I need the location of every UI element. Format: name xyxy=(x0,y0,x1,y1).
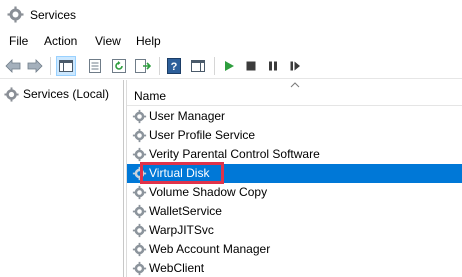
service-name: WebClient xyxy=(149,261,205,275)
service-gear-icon xyxy=(132,223,147,238)
service-row-volume-shadow-copy[interactable]: Volume Shadow Copy xyxy=(127,183,462,202)
column-header-name[interactable]: Name xyxy=(127,80,462,106)
toolbar-separator xyxy=(159,57,160,75)
services-list: Name User Manager User Profile Service V… xyxy=(126,80,462,277)
title-bar: Services xyxy=(0,0,462,30)
service-gear-icon xyxy=(132,185,147,200)
menu-bar: File Action View Help xyxy=(0,32,462,50)
service-gear-icon xyxy=(132,128,147,143)
service-row-user-profile-service[interactable]: User Profile Service xyxy=(127,126,462,145)
service-gear-icon xyxy=(132,204,147,219)
service-row-web-account-manager[interactable]: Web Account Manager xyxy=(127,240,462,259)
menu-action[interactable]: Action xyxy=(44,32,77,50)
show-console-tree-icon[interactable] xyxy=(56,56,76,76)
service-gear-icon xyxy=(132,147,147,162)
svg-text:?: ? xyxy=(171,61,178,73)
stop-service-icon[interactable] xyxy=(241,56,261,76)
service-name: Web Account Manager xyxy=(149,242,271,256)
console-tree: Services (Local) xyxy=(0,80,124,277)
service-name: Volume Shadow Copy xyxy=(149,185,268,199)
service-row-webclient[interactable]: WebClient xyxy=(127,259,462,277)
menu-file[interactable]: File xyxy=(9,32,28,50)
export-list-icon[interactable] xyxy=(133,56,153,76)
refresh-icon[interactable] xyxy=(109,56,129,76)
toolbar-separator xyxy=(214,57,215,75)
help-icon[interactable]: ? xyxy=(164,56,184,76)
menu-help[interactable]: Help xyxy=(136,32,161,50)
toolbar-separator xyxy=(50,57,51,75)
sort-ascending-icon xyxy=(290,82,300,88)
service-row-user-manager[interactable]: User Manager xyxy=(127,107,462,126)
start-service-icon[interactable] xyxy=(219,56,239,76)
forward-arrow-icon[interactable] xyxy=(25,56,45,76)
toolbar: ? xyxy=(0,53,462,79)
back-arrow-icon[interactable] xyxy=(3,56,23,76)
service-name: WalletService xyxy=(149,204,222,218)
service-gear-icon xyxy=(132,242,147,257)
service-row-walletservice[interactable]: WalletService xyxy=(127,202,462,221)
service-name: User Manager xyxy=(149,109,226,123)
menu-view[interactable]: View xyxy=(95,32,121,50)
services-gear-icon xyxy=(4,86,19,102)
service-row-warpjitsvc[interactable]: WarpJITSvc xyxy=(127,221,462,240)
service-gear-icon xyxy=(132,261,147,276)
highlight-outline xyxy=(140,162,224,184)
tree-item-label: Services (Local) xyxy=(23,87,110,101)
services-gear-icon xyxy=(7,6,24,23)
column-header-label: Name xyxy=(134,89,167,103)
show-action-pane-icon[interactable] xyxy=(188,56,208,76)
service-row-virtual-disk[interactable]: Virtual Disk xyxy=(127,162,462,184)
pause-service-icon[interactable] xyxy=(263,56,283,76)
service-name: User Profile Service xyxy=(149,128,256,142)
window-title: Services xyxy=(30,8,77,22)
service-name: Verity Parental Control Software xyxy=(149,147,320,161)
resume-service-icon[interactable] xyxy=(285,56,305,76)
properties-icon[interactable] xyxy=(85,56,105,76)
service-name: WarpJITSvc xyxy=(149,223,214,237)
tree-item-services-local[interactable]: Services (Local) xyxy=(4,85,109,103)
service-gear-icon xyxy=(132,109,147,124)
